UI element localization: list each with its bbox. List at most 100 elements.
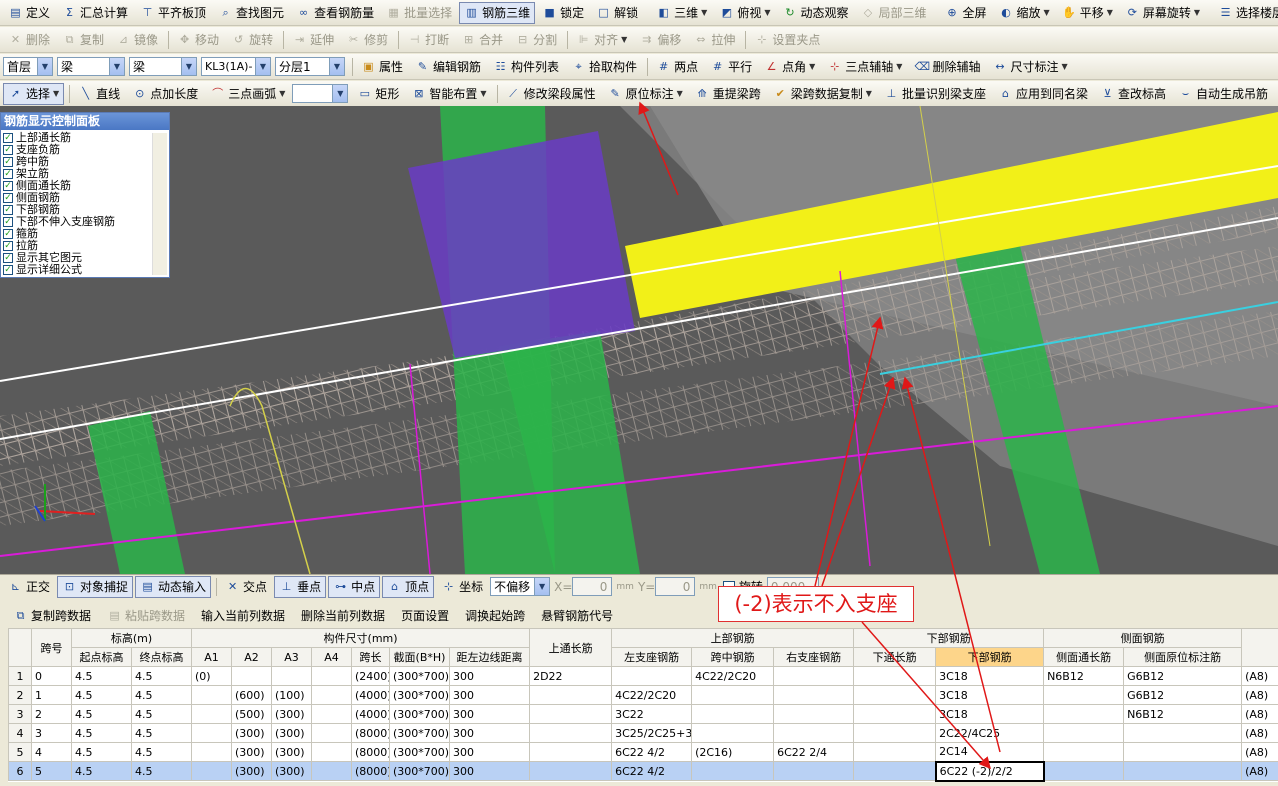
stretch-button[interactable]: ⇔ 拉伸 — [688, 29, 740, 51]
row-number-cell[interactable]: 4 — [8, 723, 32, 743]
cell-bbar[interactable]: 2C22/4C25 — [935, 723, 1045, 743]
align-slab-top-button[interactable]: ⊤ 平齐板顶 — [135, 2, 211, 24]
rebar-3d-button[interactable]: ▥ 钢筋三维 — [459, 1, 536, 24]
cell-dist[interactable]: 300 — [448, 704, 531, 724]
cell-lsup[interactable] — [611, 666, 693, 686]
cell-sec[interactable]: (300*700) — [389, 666, 450, 686]
cell-spos[interactable] — [1123, 742, 1243, 762]
cell-a1[interactable] — [191, 742, 232, 762]
component-list-button[interactable]: ☷ 构件列表 — [488, 56, 564, 78]
cell-toplong[interactable] — [529, 704, 613, 724]
panel-scrollbar[interactable] — [152, 133, 167, 275]
cell-spos[interactable]: N6B12 — [1123, 704, 1243, 724]
cell-spos[interactable]: G6B12 — [1123, 685, 1243, 705]
mirror-button[interactable]: ⊿ 镜像 — [111, 29, 163, 51]
checkbox[interactable]: ✓ — [3, 157, 13, 167]
parallel-axis-button[interactable]: # 平行 — [705, 56, 757, 78]
re-extract-span-button[interactable]: ⟰ 重提梁跨 — [690, 83, 766, 105]
3d-viewport[interactable] — [0, 106, 1278, 574]
perpendicular-snap[interactable]: ⊥ 垂点 — [274, 575, 327, 598]
row-number-cell[interactable]: 6 — [8, 761, 32, 781]
dimension-button[interactable]: ↔ 尺寸标注 ▼ — [987, 56, 1072, 78]
cell-sec[interactable]: (300*700) — [389, 723, 450, 743]
cell-a2[interactable] — [231, 666, 272, 686]
cell-sec[interactable]: (300*700) — [389, 742, 450, 762]
checkbox[interactable]: ✓ — [3, 145, 13, 155]
checkbox[interactable]: ✓ — [3, 169, 13, 179]
cell-end[interactable]: 4.5 — [131, 666, 192, 686]
cell-lsup[interactable]: 6C22 4/2 — [611, 742, 693, 762]
delete-axis-button[interactable]: ⌫ 删除辅轴 — [909, 56, 985, 78]
cell-blong[interactable] — [853, 723, 937, 743]
cell-lsup[interactable]: 4C22/2C20 — [611, 685, 693, 705]
cell-mid[interactable] — [691, 723, 775, 743]
cell-toplong[interactable] — [529, 685, 613, 705]
cell-slong[interactable] — [1043, 761, 1125, 781]
cell-span[interactable]: 5 — [31, 761, 72, 781]
cell-tie[interactable]: (A8) — [1241, 742, 1278, 762]
copy-span-data-button[interactable]: ✔ 梁跨数据复制 ▼ — [768, 83, 877, 105]
move-button[interactable]: ✥ 移动 — [172, 29, 224, 51]
cell-blong[interactable] — [853, 704, 937, 724]
floor-select[interactable]: 首层 ▼ — [3, 57, 53, 76]
cell-a4[interactable] — [311, 704, 352, 724]
table-row[interactable]: 5 4 4.5 4.5 (300) (300) (8000) (300*700) 300 6C22… — [8, 742, 1278, 762]
cell-end[interactable]: 4.5 — [131, 742, 192, 762]
cell-a2[interactable]: (300) — [231, 761, 272, 781]
cell-spos[interactable]: G6B12 — [1123, 666, 1243, 686]
lock-button[interactable]: ■ 锁定 — [537, 2, 589, 24]
cell-slong[interactable] — [1043, 742, 1125, 762]
cell-a3[interactable]: (300) — [271, 742, 312, 762]
cell-a1[interactable] — [191, 761, 232, 781]
two-point-axis-button[interactable]: # 两点 — [651, 56, 703, 78]
split-button[interactable]: ⊟ 分割 — [510, 29, 562, 51]
cell-rsup[interactable] — [773, 761, 855, 781]
checkbox[interactable]: ✓ — [3, 181, 13, 191]
merge-button[interactable]: ⊞ 合并 — [456, 29, 508, 51]
cell-slong[interactable]: N6B12 — [1043, 666, 1125, 686]
cell-lsup[interactable]: 3C25/2C25+3C — [611, 723, 693, 743]
point-angle-button[interactable]: ∠ 点角 ▼ — [759, 56, 820, 78]
table-row[interactable]: 2 1 4.5 4.5 (600) (100) (4000) (300*700) 300 4C22… — [8, 685, 1278, 705]
cell-len[interactable]: (4000) — [351, 704, 390, 724]
cell-dist[interactable]: 300 — [448, 666, 531, 686]
cell-sec[interactable]: (300*700) — [389, 685, 450, 705]
cell-dist[interactable]: 300 — [448, 685, 531, 705]
cell-span[interactable]: 2 — [31, 704, 72, 724]
cell-span[interactable]: 4 — [31, 742, 72, 762]
table-row[interactable]: 4 3 4.5 4.5 (300) (300) (8000) (300*700) 300 3C25… — [8, 723, 1278, 743]
y-input[interactable]: 0 — [655, 577, 696, 596]
view-rebar-qty-button[interactable]: ∞ 查看钢筋量 — [291, 2, 379, 24]
in-place-annotation-button[interactable]: ✎ 原位标注 ▼ — [603, 83, 688, 105]
page-setup-button[interactable]: 页面设置 — [396, 604, 454, 626]
three-point-arc-button[interactable]: ⌒ 三点画弧 ▼ — [205, 83, 290, 105]
cell-rsup[interactable] — [773, 685, 855, 705]
cell-start[interactable]: 4.5 — [71, 761, 132, 781]
check-elevation-button[interactable]: ⊻ 查改标高 — [1095, 83, 1171, 105]
cell-dist[interactable]: 300 — [448, 742, 531, 762]
line-button[interactable]: ╲ 直线 — [73, 83, 125, 105]
cell-start[interactable]: 4.5 — [71, 742, 132, 762]
copy-span-button[interactable]: ⧉ 复制跨数据 — [8, 604, 96, 626]
cell-slong[interactable] — [1043, 685, 1125, 705]
set-grip-button[interactable]: ⊹ 设置夹点 — [749, 29, 825, 51]
vertex-snap[interactable]: ⌂ 顶点 — [382, 575, 435, 598]
cell-rsup[interactable] — [773, 666, 855, 686]
cell-len[interactable]: (8000) — [351, 761, 390, 781]
trim-button[interactable]: ✂ 修剪 — [341, 29, 393, 51]
paste-span-button[interactable]: ▤ 粘贴跨数据 — [102, 604, 190, 626]
point-length-button[interactable]: ⊙ 点加长度 — [127, 83, 203, 105]
arc-mode-select[interactable]: ▼ — [292, 84, 349, 103]
cell-end[interactable]: 4.5 — [131, 761, 192, 781]
x-input[interactable]: 0 — [572, 577, 613, 596]
row-number-cell[interactable]: 1 — [8, 666, 32, 686]
checkbox[interactable]: ✓ — [3, 217, 13, 227]
edit-rebar-button[interactable]: ✎ 编辑钢筋 — [410, 56, 486, 78]
cell-a3[interactable]: (100) — [271, 685, 312, 705]
cell-mid[interactable]: 4C22/2C20 — [691, 666, 775, 686]
input-column-button[interactable]: 输入当前列数据 — [196, 604, 290, 626]
intersection-snap[interactable]: ✕ 交点 — [220, 576, 272, 598]
cell-len[interactable]: (8000) — [351, 742, 390, 762]
pan-button[interactable]: ✋ 平移 ▼ — [1057, 2, 1118, 24]
align-button[interactable]: ⊫ 对齐 ▼ — [571, 29, 632, 51]
